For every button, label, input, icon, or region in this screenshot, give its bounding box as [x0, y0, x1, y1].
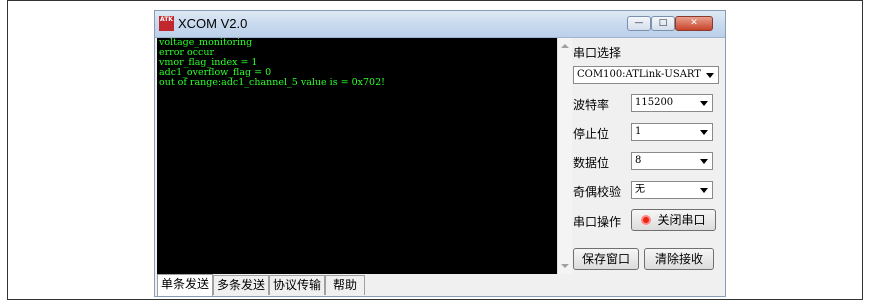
tab-protocol[interactable]: 协议传输: [269, 275, 325, 295]
close-button[interactable]: ✕: [675, 16, 713, 31]
record-icon: [641, 215, 652, 225]
port-operation-label: 串口操作: [573, 215, 622, 229]
minimize-button[interactable]: —: [627, 16, 651, 31]
title-bar[interactable]: ATK XCOM V2.0 — □ ✕: [155, 11, 725, 38]
parity-value: 无: [635, 184, 645, 195]
close-port-button[interactable]: 关闭串口: [631, 209, 716, 231]
clear-receive-button[interactable]: 清除接收: [644, 248, 714, 270]
scroll-down-icon[interactable]: [561, 264, 569, 268]
baud-rate-label: 波特率: [573, 98, 610, 112]
close-port-label: 关闭串口: [657, 213, 706, 227]
data-bits-label: 数据位: [573, 156, 610, 170]
vertical-scrollbar[interactable]: [557, 38, 572, 274]
parity-label: 奇偶校验: [573, 185, 622, 199]
chevron-down-icon: [706, 73, 714, 78]
tab-multi-send[interactable]: 多条发送: [213, 275, 269, 295]
baud-rate-select[interactable]: 115200: [631, 94, 713, 112]
tab-help[interactable]: 帮助: [325, 275, 365, 295]
data-bits-value: 8: [635, 155, 642, 166]
stop-bits-label: 停止位: [573, 127, 610, 141]
port-select-label: 串口选择: [573, 46, 622, 60]
terminal-line: voltage_monitoring: [159, 38, 253, 48]
save-window-button[interactable]: 保存窗口: [573, 248, 639, 270]
baud-rate-value: 115200: [635, 97, 674, 108]
chevron-down-icon: [700, 130, 708, 135]
xcom-window: ATK XCOM V2.0 — □ ✕ voltage_monitoring e…: [154, 10, 726, 297]
chevron-down-icon: [700, 188, 708, 193]
stop-bits-select[interactable]: 1: [631, 123, 713, 141]
maximize-button[interactable]: □: [651, 16, 675, 31]
terminal-line: out of range:adc1_channel_5 value is = 0…: [159, 77, 385, 88]
port-select[interactable]: COM100:ATLink-USART: [573, 66, 719, 84]
chevron-down-icon: [700, 159, 708, 164]
app-logo-icon: ATK: [159, 16, 174, 31]
chevron-down-icon: [700, 101, 708, 106]
scroll-up-icon[interactable]: [561, 44, 569, 48]
parity-select[interactable]: 无: [631, 181, 713, 199]
window-title: XCOM V2.0: [178, 16, 248, 31]
stop-bits-value: 1: [635, 126, 642, 137]
port-select-value: COM100:ATLink-USART: [577, 69, 701, 80]
tab-single-send[interactable]: 单条发送: [157, 274, 213, 296]
data-bits-select[interactable]: 8: [631, 152, 713, 170]
receive-area[interactable]: voltage_monitoring error occur vmor_flag…: [157, 38, 557, 274]
